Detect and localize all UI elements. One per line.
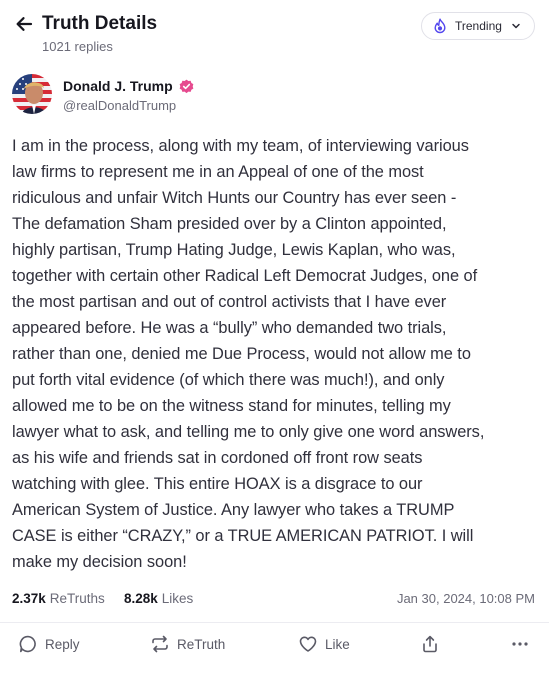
- likes-stat[interactable]: 8.28k Likes: [124, 591, 193, 606]
- retruths-label: ReTruths: [49, 591, 105, 606]
- retruth-label: ReTruth: [177, 636, 226, 652]
- post-text-line: appeared before. He was a “bully” who de…: [12, 319, 447, 337]
- post-text-line: law firms to represent me in an Appeal o…: [12, 163, 424, 181]
- post-text-line: ridiculous and unfair Witch Hunts our Co…: [12, 189, 457, 207]
- retruths-count: 2.37k: [12, 591, 46, 606]
- likes-label: Likes: [161, 591, 194, 606]
- share-icon: [420, 634, 440, 654]
- more-dots-icon: [510, 634, 530, 654]
- post-text-line: as his wife and friends sat in cordoned …: [12, 449, 423, 467]
- post-action-bar: Reply ReTruth Like: [0, 630, 549, 658]
- post-body: I am in the process, along with my team,…: [12, 133, 542, 575]
- more-button[interactable]: [510, 632, 530, 656]
- post-text-line: American System of Justice. Any lawyer w…: [12, 501, 455, 519]
- author-handle[interactable]: @realDonaldTrump: [63, 98, 176, 114]
- verified-badge-icon: [179, 79, 194, 94]
- post-text-line: lawyer what to ask, and telling me to on…: [12, 423, 485, 441]
- post-text-line: allowed me to be on the witness stand fo…: [12, 397, 451, 415]
- post-author: Donald J. Trump @realDonaldTrump: [12, 74, 312, 116]
- avatar[interactable]: [12, 74, 52, 114]
- back-button[interactable]: [12, 12, 36, 36]
- trending-dropdown[interactable]: Trending: [421, 12, 535, 40]
- reply-count: 1021 replies: [42, 39, 113, 54]
- page-header: Truth Details 1021 replies Trending: [0, 0, 549, 64]
- author-name-text: Donald J. Trump: [63, 78, 173, 94]
- reply-button[interactable]: Reply: [18, 632, 80, 656]
- retruth-button[interactable]: ReTruth: [150, 632, 225, 656]
- post-text-line: watching with glee. This entire HOAX is …: [12, 475, 423, 493]
- share-button[interactable]: [420, 632, 440, 656]
- post-text-line: together with certain other Radical Left…: [12, 267, 478, 285]
- trending-label: Trending: [455, 19, 502, 33]
- post-text-line: The defamation Sham presided over by a C…: [12, 215, 447, 233]
- post-text-line: highly partisan, Trump Hating Judge, Lew…: [12, 241, 456, 259]
- post-text-line: put forth vital evidence (of which there…: [12, 371, 445, 389]
- heart-icon: [298, 634, 318, 654]
- arrow-left-icon: [16, 17, 33, 31]
- post-stats: 2.37k ReTruths 8.28k Likes Jan 30, 2024, 1…: [12, 589, 535, 609]
- post-text-line: make my decision soon!: [12, 553, 187, 571]
- chevron-down-icon: [510, 20, 522, 32]
- retruths-stat[interactable]: 2.37k ReTruths: [12, 591, 105, 606]
- post-text-line: the most partisan and out of control act…: [12, 293, 447, 311]
- post-text-line: rather than one, denied me Due Process, …: [12, 345, 471, 363]
- likes-count: 8.28k: [124, 591, 158, 606]
- speech-bubble-icon: [18, 634, 38, 654]
- author-name[interactable]: Donald J. Trump: [63, 78, 194, 94]
- like-button[interactable]: Like: [298, 632, 350, 656]
- post-timestamp: Jan 30, 2024, 10:08 PM: [396, 591, 535, 606]
- post-text-line: CASE is either “CRAZY,” or a TRUE AMERIC…: [12, 527, 474, 545]
- flame-icon: [432, 18, 448, 34]
- retruth-arrows-icon: [150, 634, 170, 654]
- post-text-line: I am in the process, along with my team,…: [12, 137, 469, 155]
- like-label: Like: [325, 636, 350, 652]
- page-title: Truth Details: [42, 13, 158, 34]
- reply-label: Reply: [45, 636, 80, 652]
- divider: [0, 622, 549, 623]
